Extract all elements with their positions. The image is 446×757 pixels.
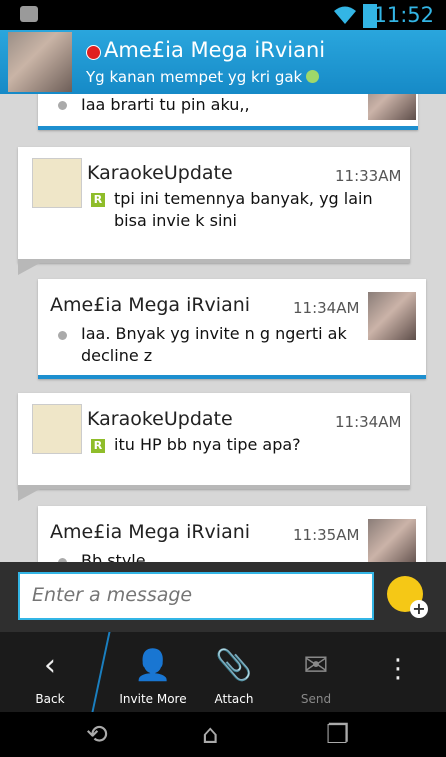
paperclip-icon: 📎 — [215, 648, 253, 683]
message-time: 11:34AM — [335, 413, 402, 431]
invite-more-label: Invite More — [119, 692, 187, 706]
back-button[interactable]: ‹ Back — [0, 632, 100, 712]
sender-avatar — [368, 519, 416, 562]
sender-avatar — [32, 158, 82, 208]
overflow-menu-icon: ⋮ — [385, 654, 411, 684]
message-sender: Ame£ia Mega iRviani — [50, 521, 251, 543]
message-input-box[interactable] — [18, 572, 374, 620]
bubble-tail — [18, 489, 40, 501]
nav-back-icon[interactable]: ⟲ — [86, 720, 108, 750]
message-input[interactable] — [30, 574, 364, 616]
message-text: tpi ini temennya banyak, yg lain bisa in… — [114, 189, 373, 230]
message-text: Iaa brarti tu pin aku,, — [81, 95, 250, 114]
message-sender: Ame£ia Mega iRviani — [50, 294, 251, 316]
message-time: 11:33AM — [335, 167, 402, 185]
system-navigation-bar: ⟲ ⌂ ❐ — [0, 712, 446, 757]
sender-avatar — [32, 404, 82, 454]
attach-label: Attach — [214, 692, 254, 706]
read-r-icon: R — [91, 439, 105, 453]
read-r-icon: R — [91, 193, 105, 207]
message-bubble[interactable]: Ame£ia Mega iRviani 11:35AM Bb style — [38, 506, 426, 562]
contact-status-message: Yg kanan mempet yg kri gak — [86, 68, 320, 86]
overflow-menu-button[interactable]: ⋮ — [380, 632, 416, 712]
read-status-icon — [58, 331, 67, 340]
chat-history[interactable]: Iaa brarti tu pin aku,, KaraokeUpdate 11… — [0, 94, 446, 562]
nav-recents-icon[interactable]: ❐ — [326, 720, 349, 750]
sender-avatar — [368, 94, 416, 120]
add-emoticon-icon[interactable]: + — [410, 600, 428, 618]
status-bar: 11:52 — [0, 0, 446, 30]
message-text: Bb style — [81, 551, 146, 562]
send-bbm-icon: ✉ — [303, 648, 329, 683]
chat-header[interactable]: Ame£ia Mega iRviani Yg kanan mempet yg k… — [0, 30, 446, 94]
wifi-icon — [334, 6, 356, 24]
message-sender: KaraokeUpdate — [87, 408, 233, 430]
send-label: Send — [300, 692, 332, 706]
invite-more-button[interactable]: 👤 Invite More — [110, 632, 196, 712]
message-text: Iaa. Bnyak yg invite n g ngerti ak decli… — [81, 324, 347, 365]
contact-avatar[interactable] — [8, 32, 72, 92]
clock: 11:52 — [373, 3, 434, 27]
add-contact-icon: 👤 — [134, 648, 172, 683]
message-bubble[interactable]: KaraokeUpdate 11:33AM R tpi ini temennya… — [18, 147, 410, 263]
back-label: Back — [35, 692, 65, 706]
read-status-icon — [58, 101, 67, 110]
message-bubble[interactable]: KaraokeUpdate 11:34AM R itu HP bb nya ti… — [18, 393, 410, 489]
nav-home-icon[interactable]: ⌂ — [202, 720, 219, 750]
message-text: itu HP bb nya tipe apa? — [114, 435, 301, 454]
message-time: 11:34AM — [293, 299, 360, 317]
message-sender: KaraokeUpdate — [87, 162, 233, 184]
attach-button[interactable]: 📎 Attach — [200, 632, 268, 712]
bubble-tail — [18, 263, 40, 275]
smiley-icon — [306, 70, 320, 83]
contact-name: Ame£ia Mega iRviani — [104, 38, 326, 62]
back-arrow-icon: ‹ — [44, 648, 56, 683]
bbm-notification-icon — [20, 6, 38, 22]
sender-avatar — [368, 292, 416, 340]
busy-status-icon — [86, 45, 101, 60]
send-button[interactable]: ✉ Send — [280, 632, 352, 712]
action-toolbar: ‹ Back 👤 Invite More 📎 Attach ✉ Send ⋮ — [0, 632, 446, 712]
message-time: 11:35AM — [293, 526, 360, 544]
message-bubble[interactable]: Iaa brarti tu pin aku,, — [38, 94, 418, 130]
compose-bar: + — [0, 562, 446, 632]
message-bubble[interactable]: Ame£ia Mega iRviani 11:34AM Iaa. Bnyak y… — [38, 279, 426, 379]
